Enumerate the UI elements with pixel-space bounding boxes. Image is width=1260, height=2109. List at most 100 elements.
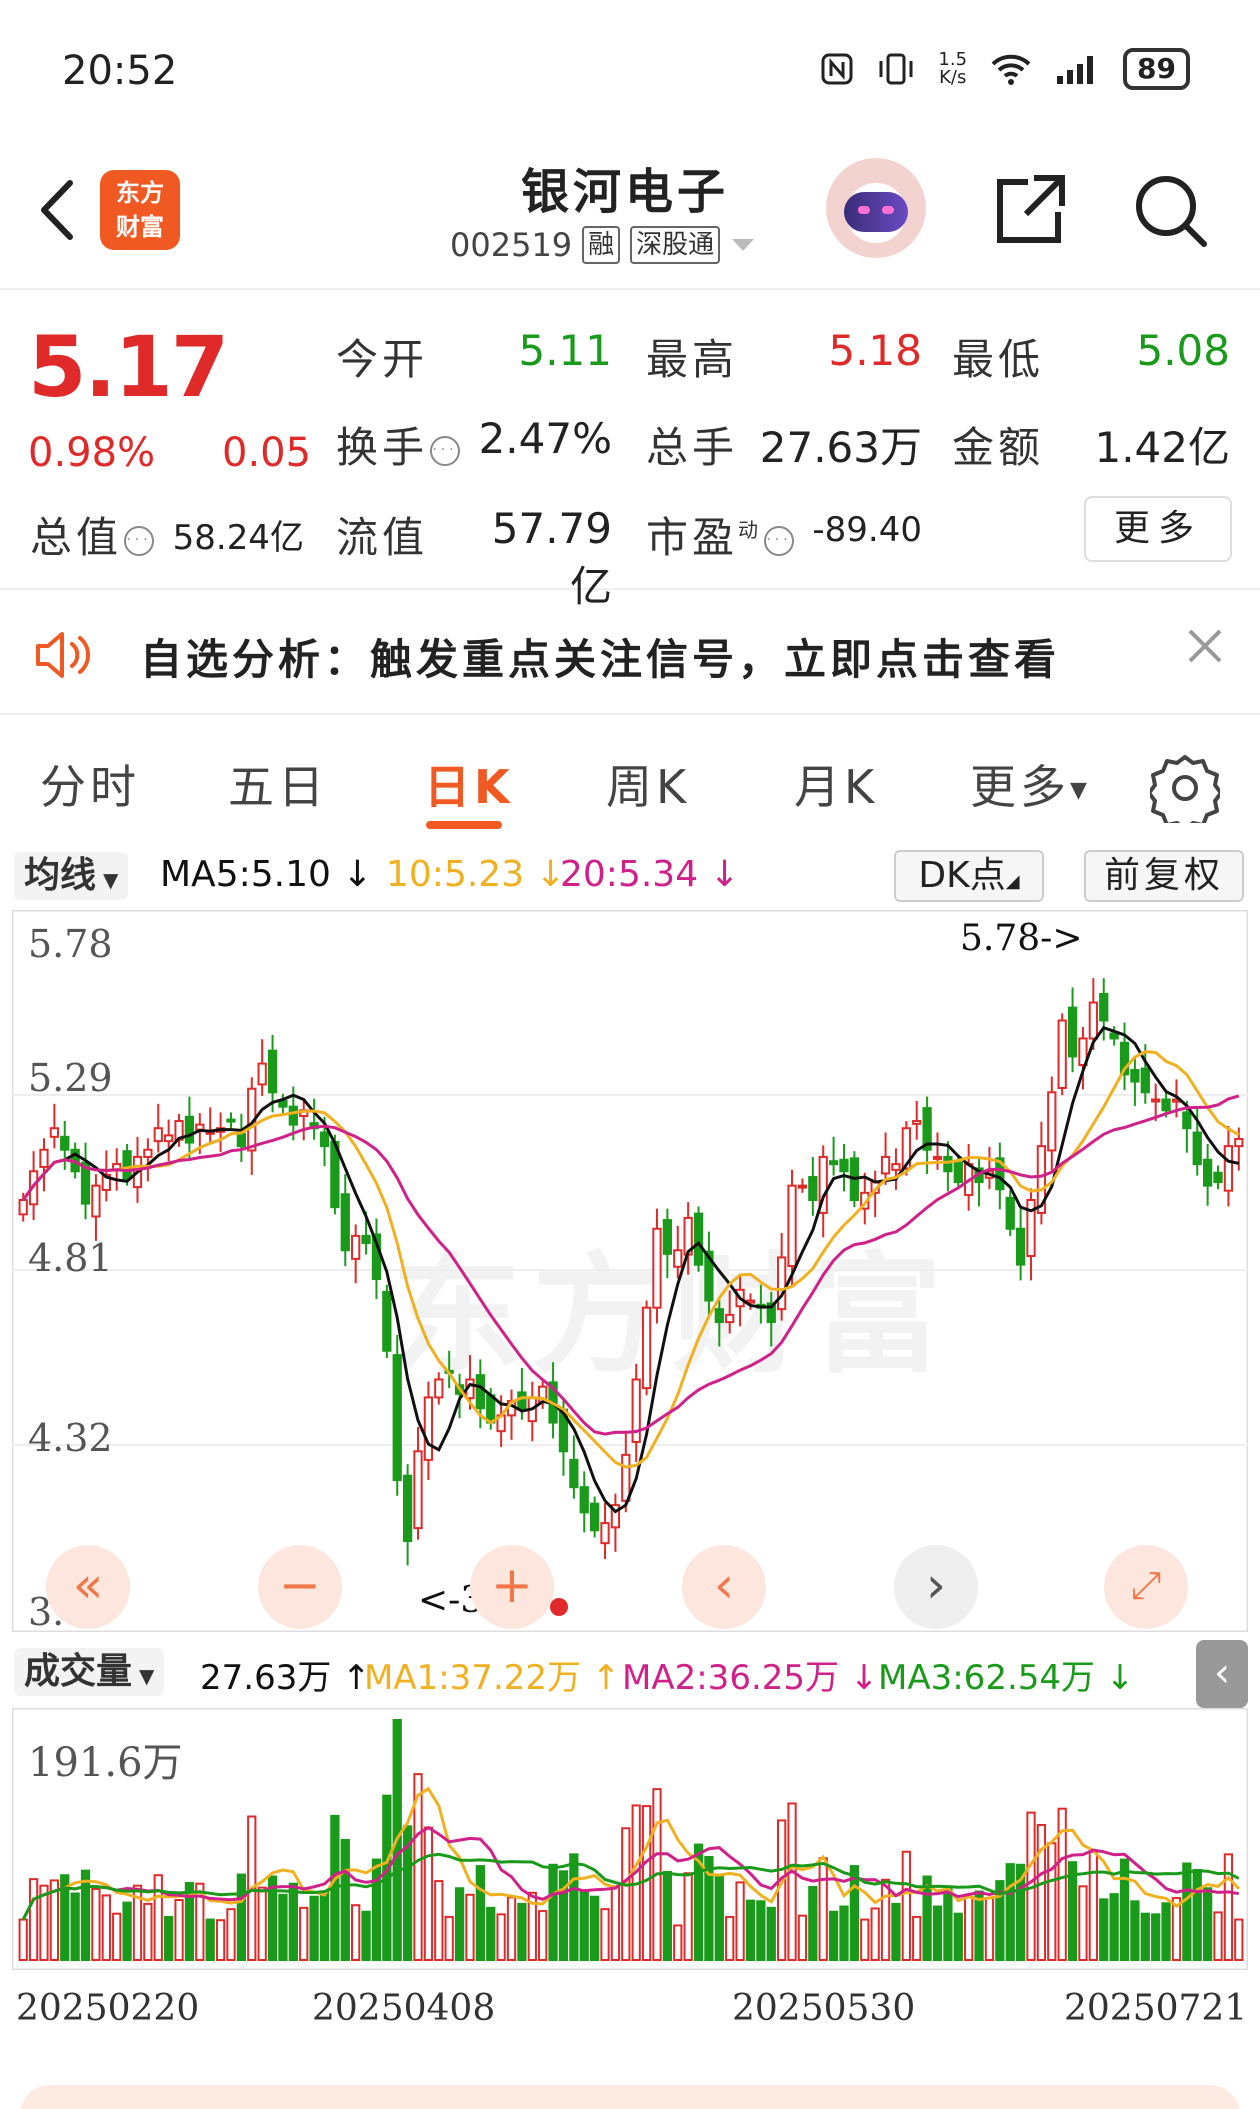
open-value: 5.11 <box>518 326 612 375</box>
volume-bar <box>80 1869 91 1961</box>
candle-body <box>1213 1171 1223 1184</box>
price-axis-label: 5.29 <box>28 1056 113 1100</box>
volume-bar <box>1005 1863 1015 1961</box>
volume-bar <box>143 1902 153 1961</box>
volume-bar <box>486 1906 496 1961</box>
volume-ma1: MA1:37.22万 ↑ <box>364 1658 621 1698</box>
candle-body <box>351 1234 361 1260</box>
volume-bar <box>725 1915 735 1962</box>
volume-bar <box>1109 1893 1119 1961</box>
zoom-in-button[interactable]: + <box>470 1545 554 1629</box>
ma10-line <box>21 1050 1240 1469</box>
volume-bar <box>714 1874 724 1961</box>
tab-weekly-k[interactable]: 周K <box>606 751 690 817</box>
zoom-out-button[interactable]: − <box>258 1545 342 1629</box>
volume-bar <box>371 1858 382 1961</box>
volume-bar <box>766 1906 776 1961</box>
candle-body <box>1161 1098 1171 1112</box>
candle-body <box>1005 1196 1015 1230</box>
scroll-left-fast-button[interactable]: « <box>46 1545 130 1629</box>
volume-bar <box>28 1878 39 1961</box>
tab-intraday[interactable]: 分时 <box>40 751 140 817</box>
float-label: 流值 <box>336 513 429 562</box>
tab-five-day[interactable]: 五日 <box>228 751 328 817</box>
candle-body <box>1130 1069 1140 1083</box>
volume-bar <box>454 1887 465 1961</box>
volume-dropdown[interactable]: 成交量 ▼ <box>14 1648 165 1696</box>
vibrate-icon <box>879 53 913 85</box>
scroll-right-button[interactable]: › <box>894 1545 978 1629</box>
volume-bar <box>1192 1869 1202 1961</box>
assistant-robot-icon[interactable] <box>826 158 926 258</box>
volume-chart[interactable]: 191.6万 <box>12 1708 1248 1970</box>
candle-body <box>621 1453 631 1502</box>
mktcap-value: 58.24亿 <box>172 518 304 558</box>
tab-daily-k[interactable]: 日K <box>424 751 514 817</box>
volume-bar <box>1078 1885 1088 1962</box>
candle-body <box>662 1219 673 1255</box>
volume-bar <box>1130 1900 1140 1962</box>
close-icon[interactable] <box>1185 626 1225 666</box>
volume-bar <box>548 1863 558 1961</box>
candle-body <box>434 1378 444 1399</box>
candle-body <box>91 1184 101 1218</box>
scroll-left-button[interactable]: ‹ <box>682 1545 766 1629</box>
volume-bar <box>174 1899 184 1961</box>
ma20-value: 20:5.34 ↓ <box>560 854 740 895</box>
dk-point-button[interactable]: DK点◢ <box>894 850 1044 902</box>
candle-body <box>288 1105 298 1126</box>
candle-body <box>891 1163 901 1171</box>
bottom-action-bar[interactable] <box>20 2085 1240 2109</box>
kline-svg <box>12 910 1248 1632</box>
date-label: 20250721 <box>1064 1988 1248 2029</box>
candle-body <box>714 1308 724 1324</box>
candle-body <box>589 1502 600 1532</box>
adjust-button[interactable]: 前复权 <box>1084 850 1244 902</box>
candle-body <box>1192 1131 1202 1166</box>
candle-body <box>1202 1158 1213 1187</box>
candle-body <box>267 1049 278 1094</box>
status-icons: 1.5 K/s 89 <box>820 48 1190 90</box>
search-icon[interactable] <box>1130 170 1210 250</box>
candle-body <box>673 1249 683 1268</box>
volume-bar <box>735 1881 745 1962</box>
share-icon[interactable] <box>990 170 1070 250</box>
fullscreen-button[interactable]: ⤢ <box>1104 1545 1188 1629</box>
candle-body <box>340 1193 350 1252</box>
candle-body <box>1234 1137 1244 1148</box>
stock-code-row[interactable]: 002519 融 深股通 <box>450 226 756 264</box>
date-label: 20250220 <box>16 1988 200 2029</box>
open-label: 今开 <box>336 335 429 384</box>
volume-bar <box>299 1906 309 1961</box>
low-marker <box>550 1598 568 1616</box>
candle-body <box>652 1227 662 1309</box>
volume-bar <box>538 1910 548 1962</box>
ma10-value: 10:5.23 ↓ <box>386 854 566 895</box>
tab-more[interactable]: 更多▼ <box>970 751 1091 817</box>
kline-chart[interactable]: 东方财富 5.78 5.29 4.81 4.32 3.83 5.78-> <-3… <box>12 910 1248 1634</box>
indicator-dropdown[interactable]: 均线 ▼ <box>14 852 129 900</box>
volume-bar <box>164 1915 174 1962</box>
volume-bar <box>101 1894 111 1961</box>
active-tab-indicator <box>426 821 502 829</box>
volume-current: 27.63万 ↑ <box>200 1658 371 1698</box>
candle-body <box>195 1123 205 1131</box>
candle-body <box>60 1135 70 1151</box>
candle-body <box>413 1450 423 1530</box>
volume-bar <box>112 1912 122 1961</box>
volume-bar <box>236 1873 247 1961</box>
chevron-down-icon <box>732 239 755 251</box>
volume-bar <box>683 1872 693 1961</box>
ma5-value: MA5:5.10 ↓ <box>160 854 373 895</box>
tab-monthly-k[interactable]: 月K <box>794 751 878 817</box>
volume-svg <box>12 1708 1248 1970</box>
net-speed: 1.5 K/s <box>938 49 968 88</box>
signal-notice-banner[interactable]: 自选分析：触发重点关注信号，立即点击查看 <box>0 590 1260 715</box>
gear-icon[interactable] <box>1150 753 1220 823</box>
candle-body <box>257 1062 267 1086</box>
candle-body <box>943 1155 953 1173</box>
collapse-panel-button[interactable]: ‹ <box>1196 1640 1248 1708</box>
stock-code: 002519 <box>450 226 573 264</box>
more-quote-button[interactable]: 更多 <box>1084 496 1232 562</box>
price-axis-label: 5.78 <box>28 922 113 966</box>
